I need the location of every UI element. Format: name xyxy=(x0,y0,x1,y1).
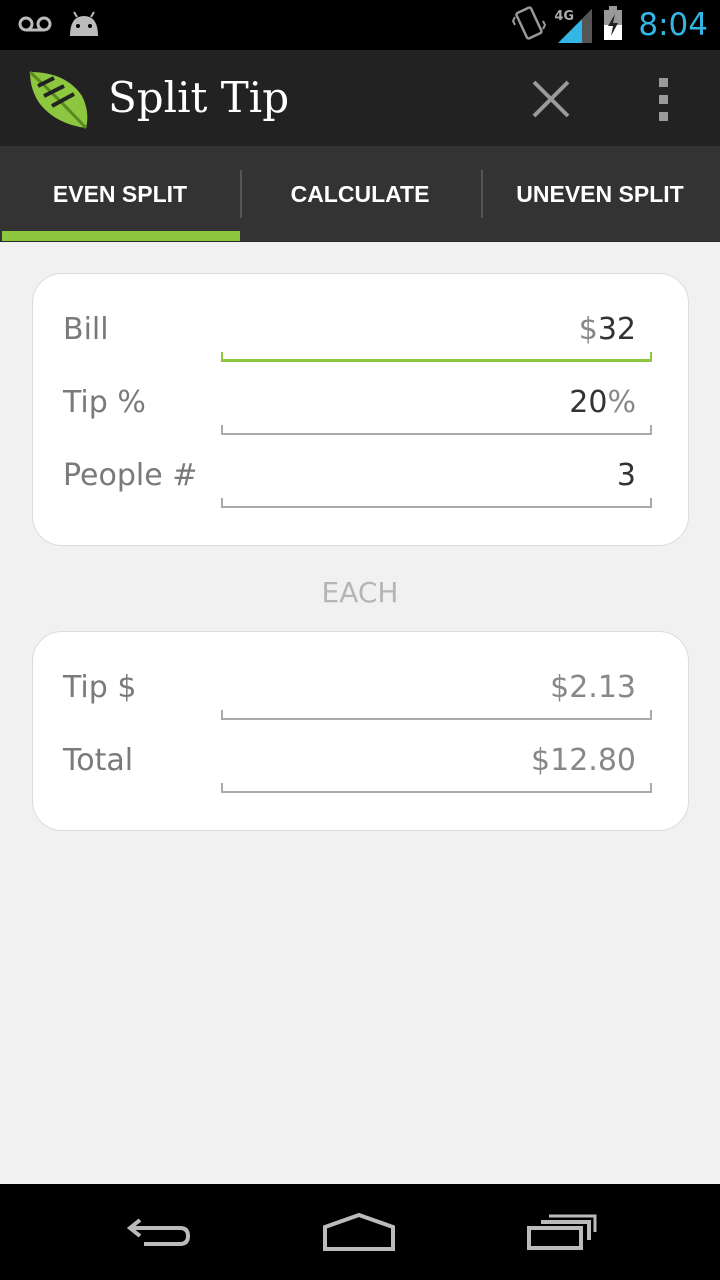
bill-label: Bill xyxy=(63,312,109,347)
tip-percent-field[interactable]: 20% xyxy=(221,375,652,435)
bill-field[interactable]: $32 xyxy=(221,302,652,362)
tip-percent-field-underline xyxy=(221,425,652,435)
bill-amount: 32 xyxy=(597,312,636,347)
input-card: Bill $32 Tip % 20% People # 3 xyxy=(32,273,689,546)
back-button[interactable] xyxy=(114,1204,204,1260)
status-bar: 4G 8:04 xyxy=(0,0,720,50)
voicemail-icon xyxy=(18,16,52,36)
total-field-underline xyxy=(221,783,652,793)
total-row: Total $12.80 xyxy=(33,733,688,793)
tab-selected-indicator xyxy=(2,231,240,241)
tip-amount-label: Tip $ xyxy=(63,670,137,705)
tip-percent-label: Tip % xyxy=(63,385,146,420)
close-icon xyxy=(532,80,570,118)
result-card: Tip $ $2.13 Total $12.80 xyxy=(32,631,689,831)
leaf-logo-icon xyxy=(26,68,90,134)
tip-amount-row: Tip $ $2.13 xyxy=(33,660,688,720)
recent-apps-icon xyxy=(527,1214,597,1250)
people-label: People # xyxy=(63,458,198,493)
total-label: Total xyxy=(63,743,134,778)
android-icon xyxy=(66,10,102,42)
back-icon xyxy=(126,1218,191,1246)
navigation-bar xyxy=(0,1184,720,1280)
bill-value: $32 xyxy=(579,312,636,347)
tab-bar: EVEN SPLIT CALCULATE UNEVEN SPLIT xyxy=(0,146,720,242)
clock: 8:04 xyxy=(638,7,708,43)
tab-even-split[interactable]: EVEN SPLIT xyxy=(0,146,240,242)
tip-amount-field-underline xyxy=(221,710,652,720)
people-row: People # 3 xyxy=(33,448,688,508)
overflow-menu-button[interactable] xyxy=(640,72,686,126)
tip-percent-value: 20% xyxy=(569,385,636,420)
tip-percent-suffix: % xyxy=(607,385,636,420)
overflow-menu-icon-dot xyxy=(658,111,668,121)
bill-currency-prefix: $ xyxy=(578,312,598,347)
app-title: Split Tip xyxy=(108,73,290,122)
each-section-label: EACH xyxy=(321,576,399,609)
tip-amount-field: $2.13 xyxy=(221,660,652,720)
total-value: $12.80 xyxy=(531,743,636,778)
tip-percent-amount: 20 xyxy=(569,385,608,420)
tab-uneven-split[interactable]: UNEVEN SPLIT xyxy=(480,146,720,242)
overflow-menu-icon-dot xyxy=(658,94,668,104)
people-field[interactable]: 3 xyxy=(221,448,652,508)
tab-calculate[interactable]: CALCULATE xyxy=(240,146,480,242)
overflow-menu-icon-dot xyxy=(658,77,668,87)
tip-percent-row: Tip % 20% xyxy=(33,375,688,435)
bill-field-underline xyxy=(221,352,652,362)
people-value: 3 xyxy=(616,458,636,493)
home-button[interactable] xyxy=(314,1204,404,1260)
vibrate-icon xyxy=(512,5,547,45)
recent-apps-button[interactable] xyxy=(516,1204,606,1260)
tip-amount-value: $2.13 xyxy=(550,670,636,705)
battery-charging-icon xyxy=(602,5,624,45)
signal-icon: 4G xyxy=(554,5,594,45)
bill-row: Bill $32 xyxy=(33,302,688,362)
people-field-underline xyxy=(221,498,652,508)
close-button[interactable] xyxy=(522,70,580,128)
action-bar: Split Tip xyxy=(0,50,720,146)
total-field: $12.80 xyxy=(221,733,652,793)
home-icon xyxy=(323,1212,395,1251)
